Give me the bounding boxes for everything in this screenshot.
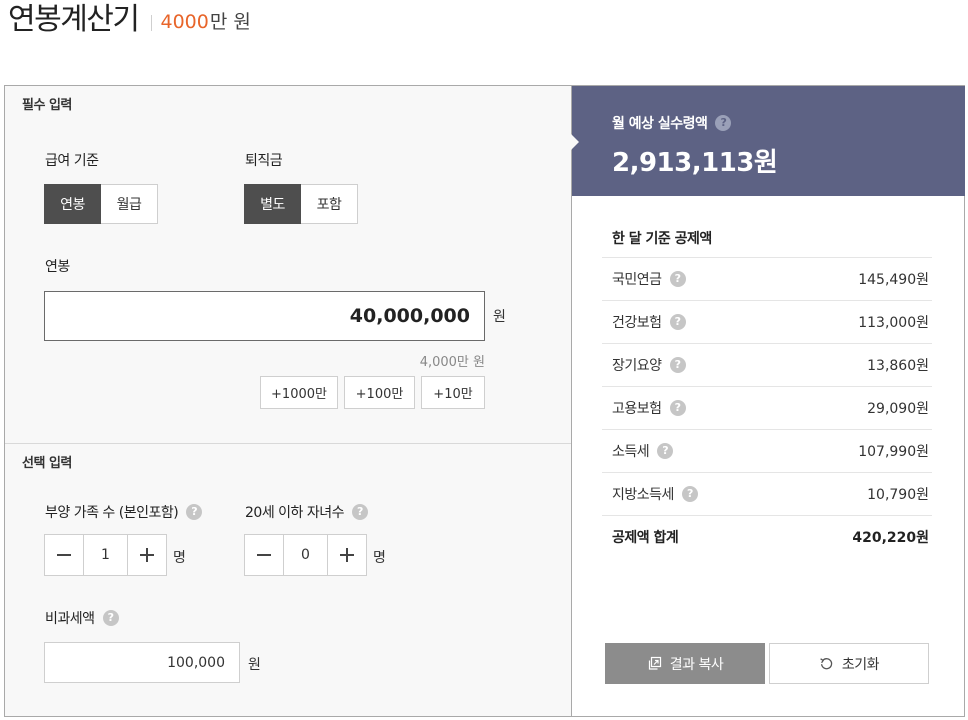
calculator-panel: 필수 입력 급여 기준 연봉 월급 퇴직금 별도 포함 연봉 40,000,00…: [4, 85, 965, 717]
deduction-amount: 10,790원: [867, 487, 929, 503]
title-amount-value: 4000: [160, 10, 209, 33]
reset-button[interactable]: 초기화: [769, 643, 929, 684]
deduction-name: 건강보험?: [612, 312, 686, 332]
dependents-stepper: 1: [44, 534, 167, 576]
help-icon[interactable]: ?: [669, 314, 686, 330]
title-amount-unit: 만 원: [209, 10, 251, 33]
deductions-list: 국민연금? 145,490원 건강보험? 113,000원 장기요양? 13,8…: [602, 257, 932, 558]
help-icon[interactable]: ?: [715, 115, 732, 131]
pay-basis-toggle: 연봉 월급: [44, 184, 158, 224]
deduction-name: 지방소득세?: [612, 484, 698, 504]
severance-separate-button[interactable]: 별도: [244, 184, 301, 224]
plus-icon: [140, 548, 154, 562]
dependents-minus-button[interactable]: [44, 534, 84, 576]
input-column: 필수 입력 급여 기준 연봉 월급 퇴직금 별도 포함 연봉 40,000,00…: [5, 86, 571, 716]
help-icon[interactable]: ?: [669, 400, 686, 416]
dependents-label: 부양 가족 수 (본인포함) ?: [45, 502, 203, 522]
salary-label: 연봉: [45, 259, 70, 275]
deduction-name-text: 소득세: [612, 444, 650, 460]
deduction-row-longterm-care: 장기요양? 13,860원: [602, 343, 932, 386]
severance-toggle: 별도 포함: [244, 184, 358, 224]
deduction-name: 소득세?: [612, 441, 674, 461]
required-section-label: 필수 입력: [22, 98, 72, 113]
help-icon[interactable]: ?: [102, 610, 119, 626]
copy-result-button[interactable]: 결과 복사: [605, 643, 765, 684]
net-pay-label-text: 월 예상 실수령액: [612, 116, 708, 132]
page-header: 연봉계산기 4000만 원: [8, 0, 251, 40]
nontax-unit: 원: [248, 657, 261, 673]
minus-icon: [57, 554, 71, 556]
help-icon[interactable]: ?: [669, 357, 686, 373]
deduction-row-pension: 국민연금? 145,490원: [602, 257, 932, 300]
children-stepper: 0: [244, 534, 367, 576]
plus-icon: [340, 548, 354, 562]
nontax-label: 비과세액 ?: [45, 608, 119, 628]
deduction-amount: 107,990원: [858, 444, 929, 460]
copy-result-label: 결과 복사: [669, 656, 724, 673]
title-amount: 4000만 원: [161, 0, 251, 42]
children-minus-button[interactable]: [244, 534, 284, 576]
help-icon[interactable]: ?: [669, 271, 686, 287]
deduction-amount: 113,000원: [858, 315, 929, 331]
app-title: 연봉계산기: [8, 2, 140, 37]
deduction-row-local-tax: 지방소득세? 10,790원: [602, 472, 932, 515]
help-icon[interactable]: ?: [681, 486, 698, 502]
deduction-name-text: 지방소득세: [612, 487, 674, 503]
nontax-label-text: 비과세액: [45, 611, 95, 627]
deduction-row-income-tax: 소득세? 107,990원: [602, 429, 932, 472]
dependents-value[interactable]: 1: [84, 534, 127, 576]
minus-icon: [257, 554, 271, 556]
salary-input[interactable]: 40,000,000: [44, 291, 485, 341]
severance-included-button[interactable]: 포함: [301, 184, 358, 224]
children-plus-button[interactable]: [327, 534, 367, 576]
severance-label: 퇴직금: [245, 153, 283, 169]
add-10m-button[interactable]: +1000만: [260, 376, 338, 409]
optional-section-label: 선택 입력: [22, 456, 72, 471]
result-header: 월 예상 실수령액 ? 2,913,113원: [571, 86, 965, 196]
dependents-plus-button[interactable]: [127, 534, 167, 576]
nontax-input[interactable]: 100,000: [44, 642, 240, 683]
deductions-title: 한 달 기준 공제액: [612, 231, 712, 247]
deduction-amount: 29,090원: [867, 401, 929, 417]
copy-icon: [647, 656, 662, 671]
result-pointer: [571, 134, 579, 150]
help-icon[interactable]: ?: [186, 504, 203, 520]
deduction-total-amount: 420,220원: [852, 530, 929, 546]
deduction-name-text: 고용보험: [612, 401, 662, 417]
deduction-amount: 145,490원: [858, 272, 929, 288]
deduction-name: 장기요양?: [612, 355, 686, 375]
pay-basis-annual-button[interactable]: 연봉: [44, 184, 101, 224]
reset-label: 초기화: [841, 656, 880, 673]
children-unit: 명: [373, 550, 386, 566]
deduction-name-text: 건강보험: [612, 315, 662, 331]
net-pay-label: 월 예상 실수령액 ?: [612, 113, 732, 133]
salary-unit: 원: [493, 309, 506, 325]
children-label-text: 20세 이하 자녀수: [245, 505, 345, 521]
children-label: 20세 이하 자녀수 ?: [245, 502, 368, 522]
children-value[interactable]: 0: [284, 534, 327, 576]
result-column: 월 예상 실수령액 ? 2,913,113원 한 달 기준 공제액 국민연금? …: [571, 86, 965, 716]
pay-basis-label: 급여 기준: [45, 153, 99, 169]
pay-basis-monthly-button[interactable]: 월급: [101, 184, 158, 224]
deduction-amount: 13,860원: [867, 358, 929, 374]
dependents-label-text: 부양 가족 수 (본인포함): [45, 505, 179, 521]
deduction-row-employment: 고용보험? 29,090원: [602, 386, 932, 429]
deduction-row-health: 건강보험? 113,000원: [602, 300, 932, 343]
salary-korean-amount: 4,000만 원: [419, 355, 485, 370]
section-divider: [5, 443, 571, 444]
deduction-name: 고용보험?: [612, 398, 686, 418]
deduction-row-total: 공제액 합계 420,220원: [602, 515, 932, 558]
deduction-name-text: 장기요양: [612, 358, 662, 374]
dependents-unit: 명: [173, 550, 186, 566]
help-icon[interactable]: ?: [657, 443, 674, 459]
add-1m-button[interactable]: +100만: [344, 376, 415, 409]
help-icon[interactable]: ?: [352, 504, 368, 520]
add-100k-button[interactable]: +10만: [421, 376, 485, 409]
title-divider: [150, 15, 152, 31]
net-pay-value: 2,913,113원: [612, 148, 778, 178]
reset-icon: [819, 656, 834, 671]
deduction-name-text: 국민연금: [612, 272, 662, 288]
deduction-name: 국민연금?: [612, 269, 686, 289]
deduction-total-label: 공제액 합계: [612, 530, 679, 546]
